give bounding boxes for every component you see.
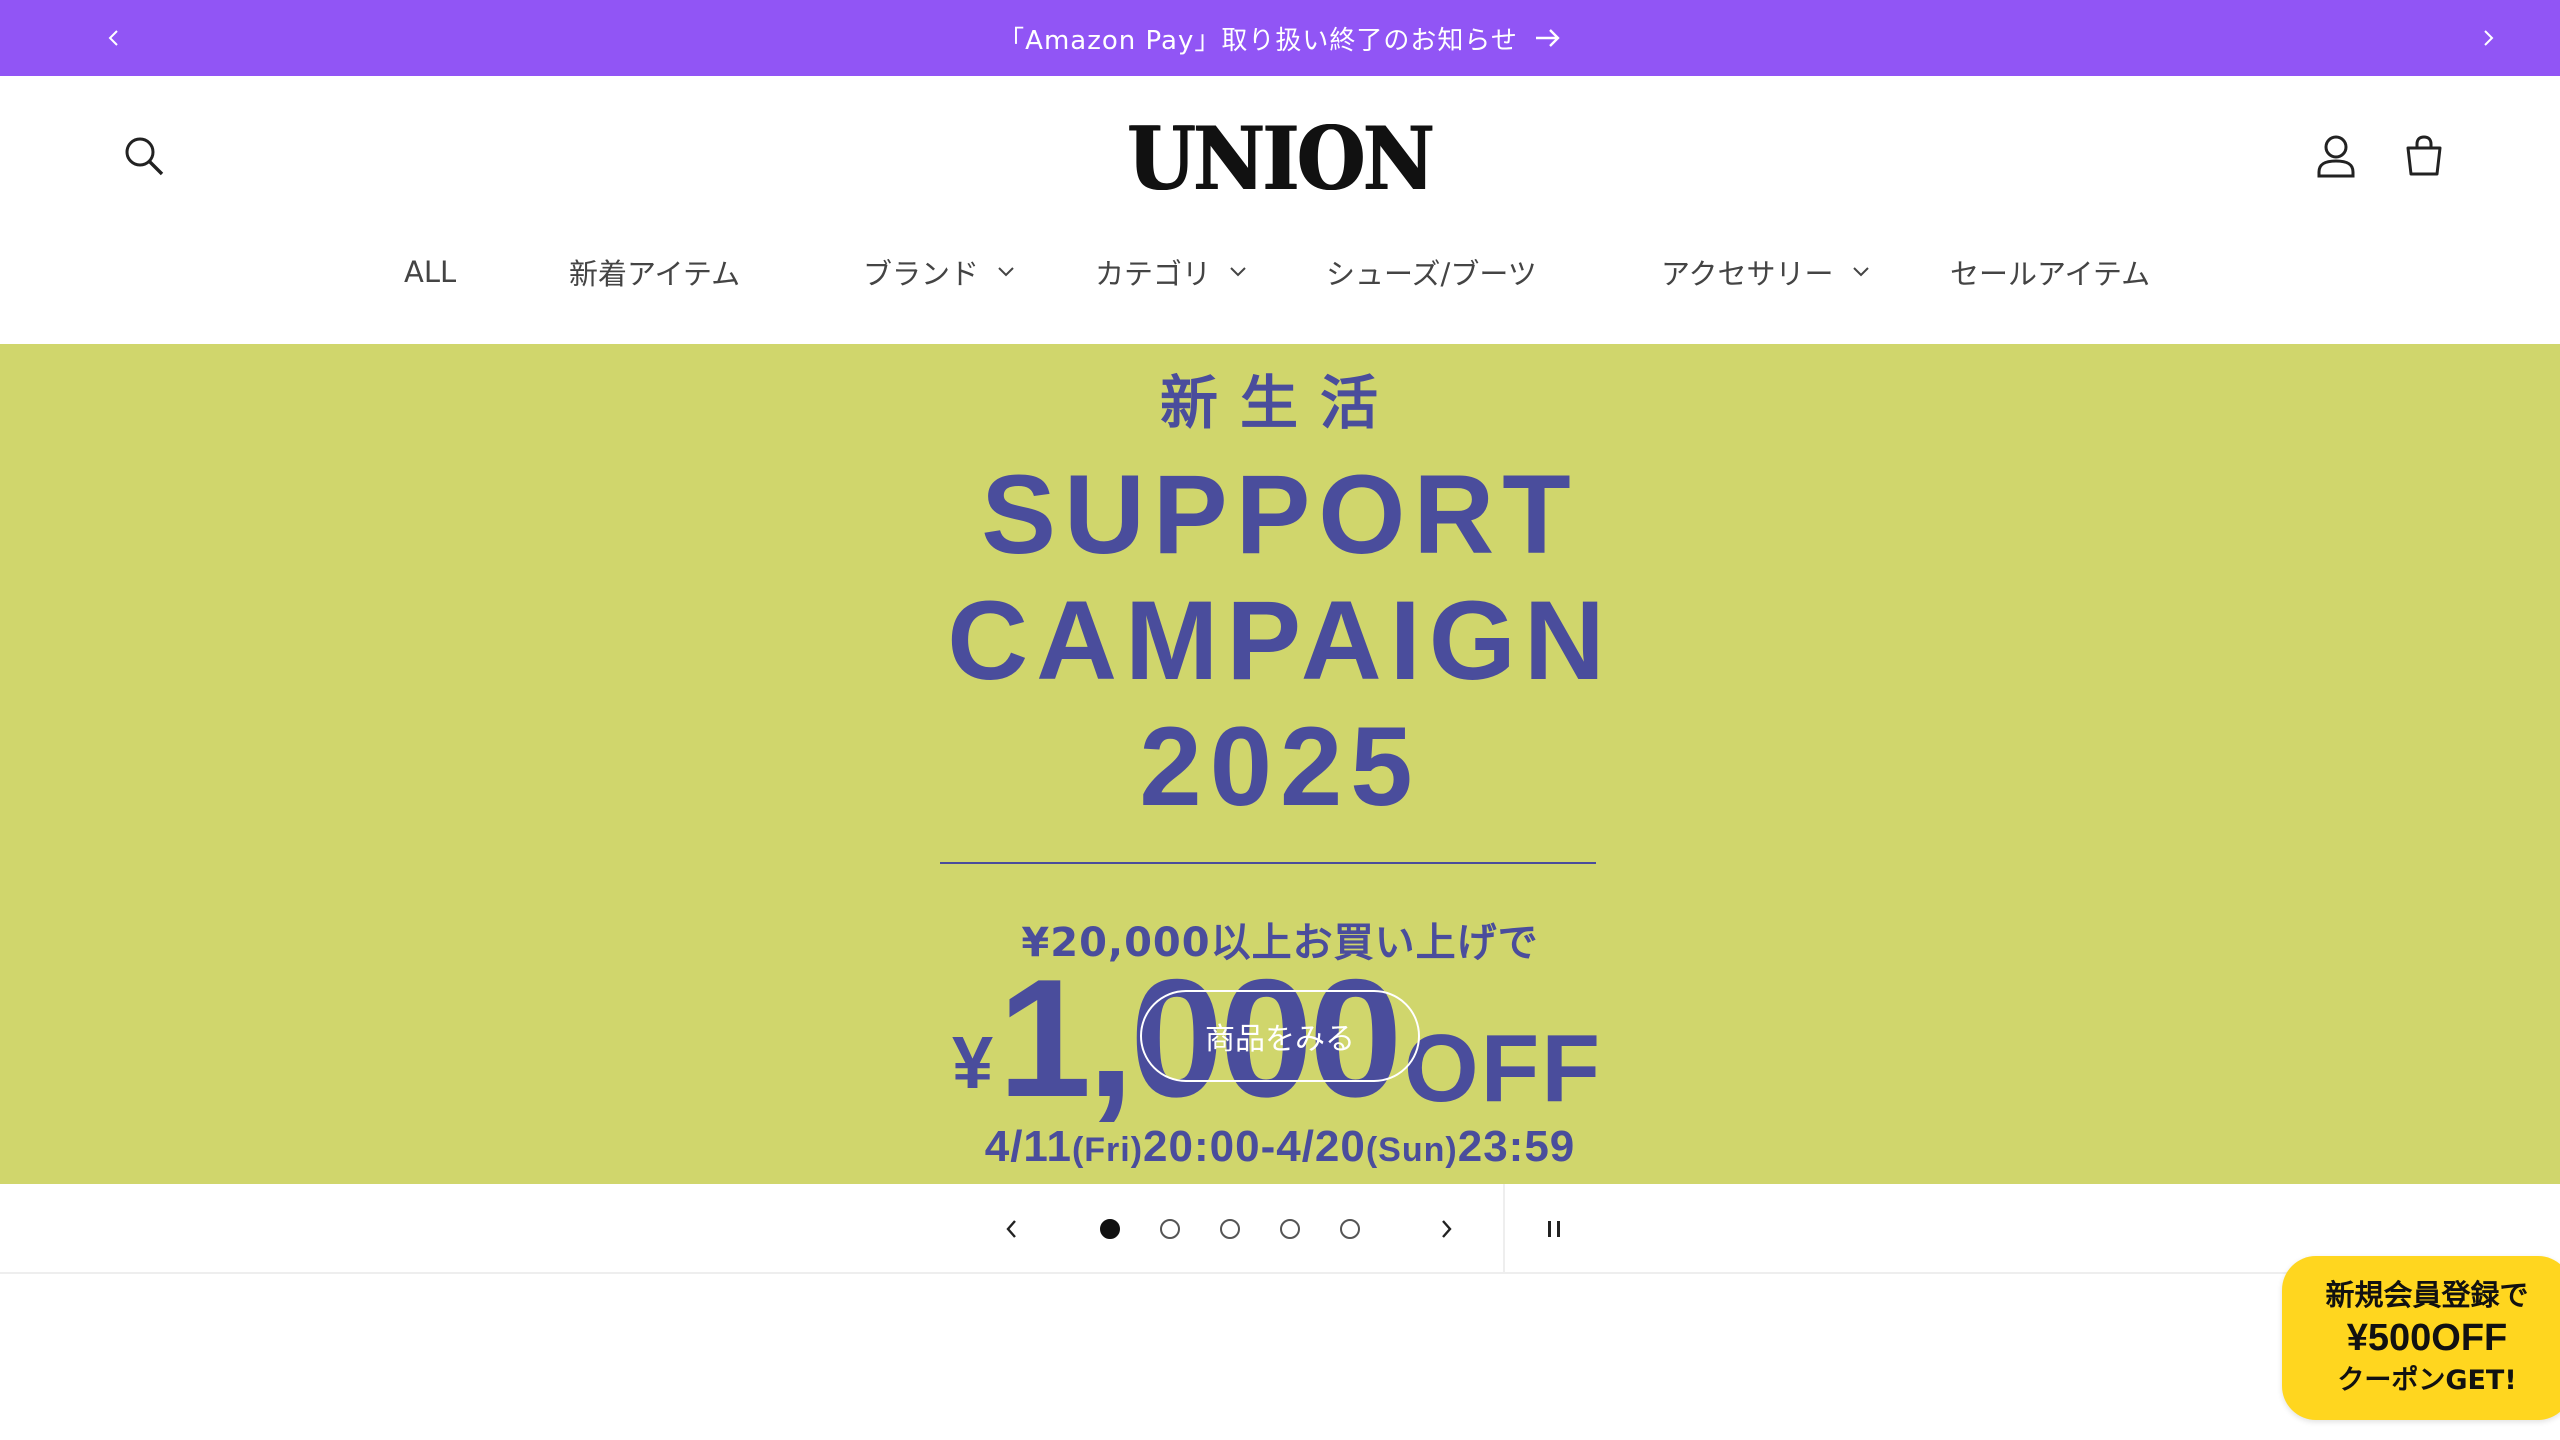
chevron-down-icon [1852, 267, 1869, 277]
user-icon [2317, 135, 2355, 178]
site-header: UNION ALL 新着アイテム ブランド カテゴリ シューズ/ブーツ アクセサ… [0, 76, 2560, 344]
coupon-line-2: ¥500OFF [2346, 1317, 2508, 1359]
nav-item-sale[interactable]: セールアイテム [1950, 236, 2150, 308]
slideshow-controls [0, 1184, 2560, 1274]
nav-item-all[interactable]: ALL [404, 236, 456, 308]
site-logo[interactable]: UNION [1127, 108, 1434, 210]
account-button[interactable] [2300, 120, 2372, 192]
slide-pause-button[interactable] [1518, 1193, 1590, 1265]
cart-button[interactable] [2388, 120, 2460, 192]
nav-item-label: ブランド [863, 257, 980, 291]
chevron-down-icon [1230, 267, 1246, 277]
period-end-time: 23:59 [1457, 1122, 1576, 1171]
nav-item-label: セールアイテム [1950, 257, 2151, 291]
pause-icon [1548, 1221, 1560, 1237]
nav-item-label: ALL [404, 255, 457, 289]
nav-item-label: 新着アイテム [569, 257, 741, 291]
hero-title-line-2: CAMPAIGN [947, 578, 1613, 703]
main-nav: ALL 新着アイテム ブランド カテゴリ シューズ/ブーツ アクセサリー セール… [0, 236, 2560, 308]
hero-kanji-title: 新生活 [1159, 369, 1400, 437]
slide-dot-1[interactable] [1100, 1219, 1120, 1239]
period-start-date: 4/11 [984, 1122, 1072, 1171]
hero-banner: 新生活 SUPPORT CAMPAIGN 2025 ¥20,000以上お買い上げ… [0, 344, 2560, 1184]
view-products-button[interactable]: 商品をみる [1140, 990, 1420, 1082]
cart-icon [2406, 135, 2442, 176]
nav-item-category[interactable]: カテゴリ [1095, 236, 1247, 308]
hero-discount-currency: ¥ [952, 1021, 994, 1104]
nav-item-label: カテゴリ [1095, 257, 1212, 291]
period-start-day: (Fri) [1071, 1131, 1144, 1169]
hero-title-line-3: 2025 [1139, 704, 1421, 829]
nav-item-new-arrivals[interactable]: 新着アイテム [569, 236, 740, 308]
announcement-bar: 「Amazon Pay」取り扱い終了のお知らせ [0, 0, 2560, 76]
hero-discount-suffix: OFF [1404, 1015, 1602, 1122]
slide-next-button[interactable] [1410, 1193, 1482, 1265]
arrow-right-icon [1535, 29, 1560, 47]
announcement-prev-button[interactable] [76, 0, 152, 76]
chevron-down-icon [998, 267, 1014, 277]
slide-dot-3[interactable] [1220, 1219, 1240, 1239]
search-icon [125, 137, 164, 176]
coupon-line-1: 新規会員登録で [2325, 1278, 2529, 1312]
signup-coupon-badge[interactable]: 新規会員登録で ¥500OFF クーポンGET! [2282, 1256, 2560, 1420]
slide-dot-5[interactable] [1340, 1219, 1360, 1239]
hero-title-line-1: SUPPORT [981, 452, 1579, 577]
nav-item-accessories[interactable]: アクセサリー [1661, 236, 1870, 308]
chevron-right-icon [1442, 1220, 1452, 1238]
controls-divider [1503, 1184, 1505, 1274]
hero-divider [940, 862, 1596, 864]
announcement-next-button[interactable] [2450, 0, 2526, 76]
chevron-left-icon [1006, 1220, 1016, 1238]
slide-dot-4[interactable] [1280, 1219, 1300, 1239]
nav-item-shoes-boots[interactable]: シューズ/ブーツ [1326, 236, 1537, 308]
announcement-text: 「Amazon Pay」取り扱い終了のお知らせ [998, 25, 1518, 56]
announcement-link[interactable]: 「Amazon Pay」取り扱い終了のお知らせ [998, 20, 1562, 57]
chevron-left-icon [108, 30, 118, 46]
slide-dot-2[interactable] [1160, 1219, 1180, 1239]
period-end-day: (Sun) [1365, 1131, 1458, 1169]
nav-item-label: シューズ/ブーツ [1326, 257, 1537, 291]
coupon-line-3: クーポンGET! [2337, 1365, 2517, 1396]
hero-period: 4/11(Fri)20:00-4/20(Sun)23:59 [0, 1122, 2560, 1172]
period-start-time: 20:00-4/20 [1143, 1122, 1366, 1171]
nav-item-brand[interactable]: ブランド [863, 236, 1015, 308]
chevron-right-icon [2484, 30, 2494, 46]
search-button[interactable] [108, 120, 180, 192]
nav-item-label: アクセサリー [1661, 257, 1834, 291]
slide-prev-button[interactable] [976, 1193, 1048, 1265]
